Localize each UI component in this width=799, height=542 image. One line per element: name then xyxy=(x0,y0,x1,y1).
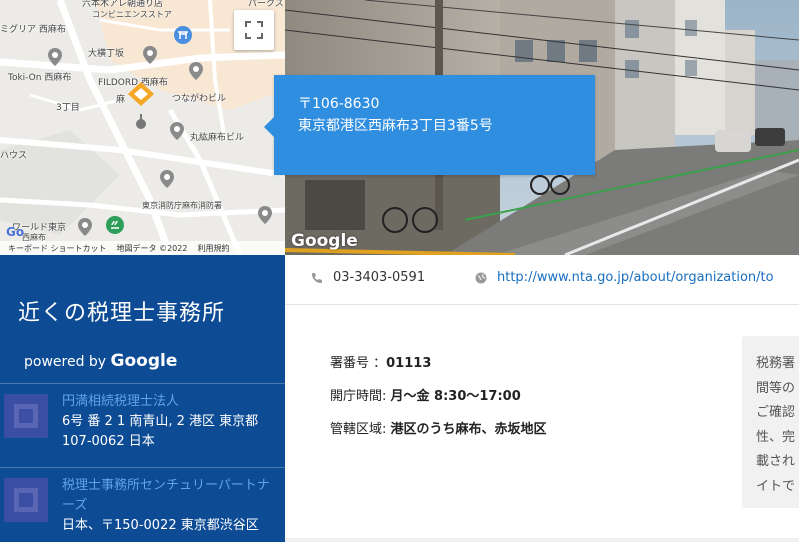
map-label-house: ハウス xyxy=(0,151,28,161)
map-footer: キーボード ショートカット 地図データ ©2022 利用規約 xyxy=(0,241,285,255)
hours-value: 月～金 8:30～17:00 xyxy=(390,389,521,404)
note-line: 性、完 xyxy=(756,429,796,445)
fullscreen-icon xyxy=(245,21,263,39)
map-view[interactable]: 六本木アレ朝通り店 コンビニエンスストア ミグリア 西麻布 大横丁坂 Toki-… xyxy=(0,0,285,255)
postal-code: 〒106-8630 xyxy=(298,96,380,112)
jurisdiction-value: 港区のうち麻布、赤坂地区 xyxy=(390,422,547,437)
office-number-label: 署番号 ： xyxy=(330,356,387,371)
map-label-store: 六本木アレ朝通り店 xyxy=(82,0,164,9)
map-label-miglia: ミグリア 西麻布 xyxy=(0,25,66,35)
google-wordmark: Google xyxy=(110,351,178,371)
note-line: 税務署 xyxy=(756,356,796,371)
powered-by-text: powered by xyxy=(24,354,107,370)
phone-number[interactable]: 03-3403-0591 xyxy=(333,270,425,285)
map-label-3chome: 3丁目 xyxy=(56,103,80,113)
map-label-fire-station: 東京消防庁麻布消防署 xyxy=(142,201,222,210)
map-google-logo: Go xyxy=(6,225,25,239)
divider xyxy=(285,538,799,542)
powered-by-google: powered by Google xyxy=(24,351,177,371)
website-row[interactable]: http://www.nta.go.jp/about/organization/… xyxy=(475,270,774,285)
map-label-tsunagawa: つながわビル xyxy=(172,94,227,104)
map-label-tokion: Toki-On 西麻布 xyxy=(8,73,72,83)
phone-row[interactable]: 03-3403-0591 xyxy=(311,270,425,285)
list-item[interactable]: 円満相続税理士法人 6号 番 2 1 南青山, 2 港区 東京都 107-006… xyxy=(0,383,285,457)
office-number-value: 01113 xyxy=(386,356,432,371)
shrine-icon[interactable] xyxy=(174,26,192,44)
website-link[interactable]: http://www.nta.go.jp/about/organization/… xyxy=(497,270,774,285)
note-box: 税務署 間等の ご確認 性、完 載され イトで xyxy=(742,336,799,508)
note-line: 載され xyxy=(756,454,796,469)
office-thumbnail xyxy=(4,478,48,522)
hours-row: 開庁時間: 月～金 8:30～17:00 xyxy=(330,385,547,418)
office-thumbnail xyxy=(4,394,48,438)
nearby-offices-panel: 近くの税理士事務所 powered by Google 円満相続税理士法人 6号… xyxy=(0,255,285,542)
onsen-icon[interactable] xyxy=(106,216,124,234)
note-line: ご確認 xyxy=(756,405,796,420)
poi-pin-icon[interactable] xyxy=(143,46,157,64)
list-item[interactable]: 税理士事務所センチュリーパートナーズ 日本、〒150-0022 東京都渋谷区 xyxy=(0,467,285,542)
map-data-text: 地図データ ©2022 xyxy=(116,243,188,253)
fullscreen-button[interactable] xyxy=(234,10,274,50)
jurisdiction-row: 管轄区域: 港区のうち麻布、赤坂地区 xyxy=(330,418,547,451)
poi-pin-icon[interactable] xyxy=(258,206,272,224)
map-label-pax: パークス xyxy=(248,0,284,9)
street-google-logo: Google xyxy=(291,231,358,251)
map-label-store-type: コンビニエンスストア xyxy=(92,10,172,19)
poi-pin-icon[interactable] xyxy=(170,122,184,140)
panel-title: 近くの税理士事務所 xyxy=(18,301,226,326)
poi-pin-icon[interactable] xyxy=(78,218,92,236)
map-label-azabu: 麻 xyxy=(116,95,126,105)
office-info: 署番号 ：01113 開庁時間: 月～金 8:30～17:00 管轄区域: 港区… xyxy=(330,352,547,451)
office-address: 6号 番 2 1 南青山, 2 港区 東京都 107-0062 日本 xyxy=(62,414,259,449)
terms-link[interactable]: 利用規約 xyxy=(197,243,229,254)
poi-pin-icon[interactable] xyxy=(48,48,62,66)
poi-pin-icon[interactable] xyxy=(189,62,203,80)
poi-pin-icon[interactable] xyxy=(160,170,174,188)
note-line: 間等の xyxy=(756,380,796,396)
contact-bar: 03-3403-0591 http://www.nta.go.jp/about/… xyxy=(285,255,799,305)
office-name-link[interactable]: 税理士事務所センチュリーパートナーズ xyxy=(62,476,278,516)
office-name-link[interactable]: 円満相続税理士法人 xyxy=(62,392,278,412)
map-label-maruko: 丸紘麻布ビル xyxy=(190,133,245,143)
note-line: イトで xyxy=(756,478,796,494)
office-address: 日本、〒150-0022 東京都渋谷区 xyxy=(62,518,259,533)
address-text: 東京都港区西麻布3丁目3番5号 xyxy=(298,118,493,134)
office-number-row: 署番号 ：01113 xyxy=(330,352,547,385)
location-marker-icon[interactable] xyxy=(126,80,156,130)
address-bubble: 〒106-8630 東京都港区西麻布3丁目3番5号 xyxy=(264,75,595,175)
map-label-okubo: 大横丁坂 xyxy=(88,49,125,59)
keyboard-shortcuts-link[interactable]: キーボード ショートカット xyxy=(8,243,107,254)
jurisdiction-label: 管轄区域: xyxy=(330,422,391,437)
hours-label: 開庁時間: xyxy=(330,389,391,404)
phone-icon xyxy=(312,272,322,283)
globe-icon xyxy=(475,272,487,283)
